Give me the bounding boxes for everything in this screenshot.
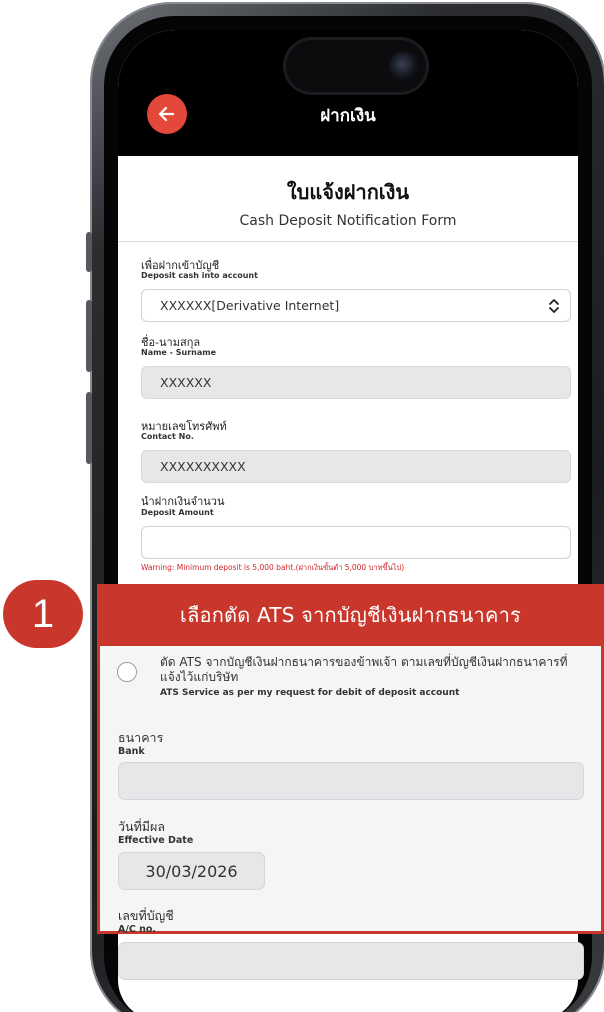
effective-date-label: วันที่มีผล [118,819,166,834]
ats-option-label: ตัด ATS จากบัญชีเงินฝากธนาคารของข้าพเจ้า… [160,655,568,684]
account-no-field[interactable] [118,942,584,980]
account-no-label: เลขที่บัญชี [118,908,174,923]
camera-icon [389,51,419,81]
name-field: XXXXXX [141,366,571,399]
phone-action-button [86,232,92,272]
account-name: [Derivative Internet] [211,298,340,313]
phone-field: XXXXXXXXXX [141,450,571,483]
effective-date-label-en: Effective Date [118,835,194,846]
app-bar-title: ฝากเงิน [320,106,376,126]
name-label-en: Name - Surname [141,348,217,357]
bank-field[interactable] [118,762,584,800]
minimum-deposit-warning: Warning: Minimum deposit is 5,000 baht.(… [141,563,405,572]
account-label-en: Deposit cash into account [141,271,258,280]
form-title: ใบแจ้งฝากเงิน [286,180,410,204]
account-no-label-en: A/C no. [118,924,156,935]
account-select[interactable]: XXXXXX [Derivative Internet] [141,289,571,322]
step-number-badge: 1 [3,580,83,648]
phone-volume-up-button [86,300,92,372]
amount-input[interactable] [141,526,571,559]
amount-label-en: Deposit Amount [141,508,214,517]
ats-option-label-en: ATS Service as per my request for debit … [160,688,460,698]
chevron-updown-icon [549,299,559,313]
form-subtitle: Cash Deposit Notification Form [239,213,457,229]
effective-date-field[interactable]: 30/03/2026 [118,852,265,890]
phone-label-en: Contact No. [141,432,194,441]
account-number: XXXXXX [160,298,212,313]
callout-banner: เลือกตัด ATS จากบัญชีเงินฝากธนาคาร [97,584,604,646]
bank-label: ธนาคาร [118,730,164,745]
bank-label-en: Bank [118,746,145,757]
phone-volume-down-button [86,392,92,464]
ats-option-radio[interactable] [117,662,137,682]
